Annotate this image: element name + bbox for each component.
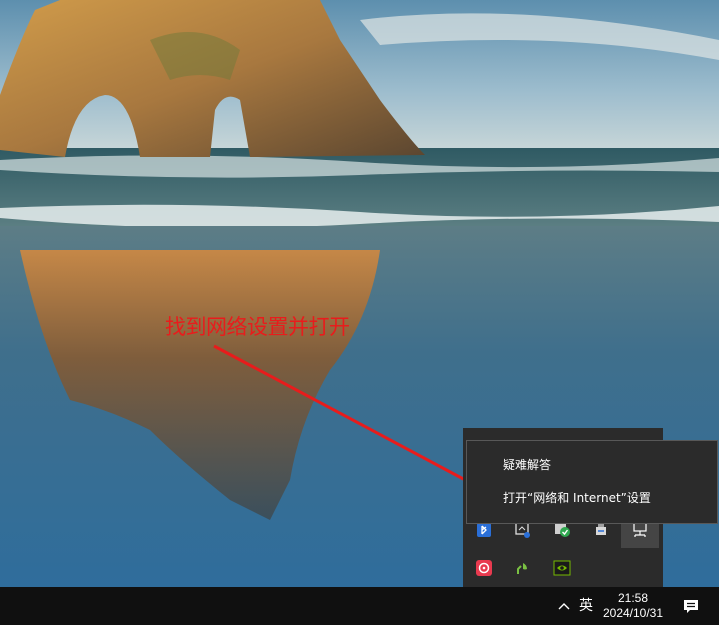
netease-music-icon[interactable] bbox=[465, 550, 503, 586]
show-hidden-icons-chevron-icon[interactable] bbox=[553, 587, 575, 625]
action-center-icon[interactable] bbox=[672, 587, 710, 625]
app-leaf-icon[interactable] bbox=[504, 550, 542, 586]
taskbar-clock[interactable]: 21:58 2024/10/31 bbox=[598, 587, 668, 625]
menu-item-troubleshoot[interactable]: 疑难解答 bbox=[467, 449, 717, 482]
clock-date: 2024/10/31 bbox=[602, 606, 664, 620]
nvidia-icon[interactable] bbox=[543, 550, 581, 586]
menu-item-open-network-settings[interactable]: 打开“网络和 Internet”设置 bbox=[467, 482, 717, 515]
clock-time: 21:58 bbox=[617, 591, 649, 605]
taskbar: 英 21:58 2024/10/31 bbox=[0, 587, 719, 625]
network-context-menu: 疑难解答 打开“网络和 Internet”设置 bbox=[466, 440, 718, 524]
annotation-instruction: 找到网络设置并打开 bbox=[165, 315, 350, 339]
ime-indicator[interactable]: 英 bbox=[576, 587, 596, 625]
